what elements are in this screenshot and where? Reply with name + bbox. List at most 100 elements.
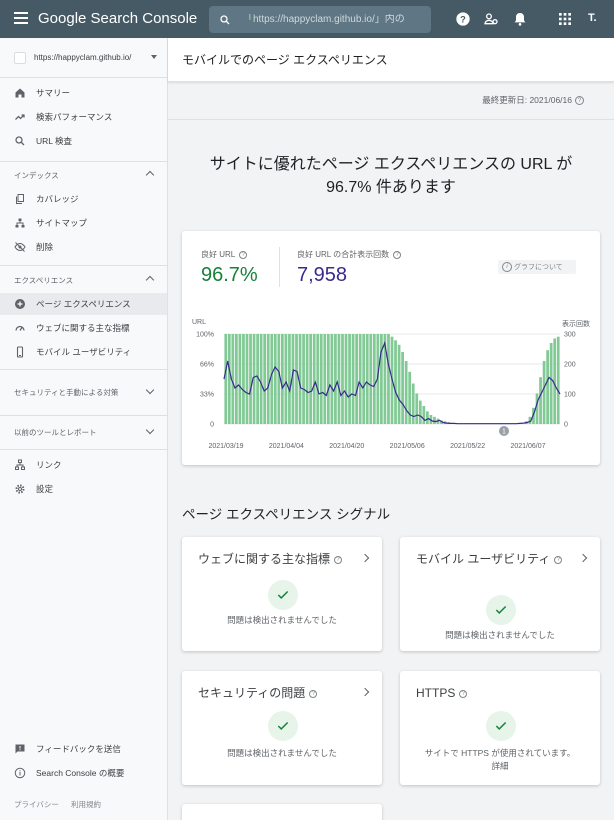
- bar: [433, 416, 436, 424]
- search-input[interactable]: [243, 14, 423, 25]
- y-tick-label: 33%: [200, 392, 214, 399]
- signal-card-security[interactable]: セキュリティの問題? 問題は検出されませんでした: [182, 671, 382, 785]
- sidebar-item-label: フィードバックを送信: [36, 744, 121, 754]
- section-index-header[interactable]: インデックス: [0, 164, 167, 186]
- user-avatar[interactable]: T.: [588, 12, 597, 24]
- apps-grid-icon[interactable]: [557, 11, 573, 27]
- bar: [348, 334, 351, 424]
- last-updated-text: 最終更新日: 2021/06/16: [482, 95, 572, 105]
- last-updated: 最終更新日: 2021/06/16?: [168, 94, 600, 106]
- signal-title-text: ウェブに関する主な指標: [198, 552, 331, 566]
- footer-links: プライバシー 利用規約: [14, 799, 111, 810]
- sidebar-item-sitemaps[interactable]: サイトマップ: [0, 212, 167, 234]
- search-icon: [220, 14, 230, 24]
- plus-circle-icon: [15, 299, 25, 309]
- x-tick-label: 2021/05/06: [390, 443, 425, 450]
- bar: [302, 334, 305, 424]
- search-box[interactable]: [209, 6, 431, 33]
- bar: [224, 334, 228, 424]
- bar: [401, 352, 404, 424]
- sidebar-item-settings[interactable]: 設定: [0, 478, 167, 500]
- sidebar-item-label: URL 検査: [36, 136, 73, 146]
- section-label: セキュリティと手動による対策: [14, 387, 119, 397]
- bar: [280, 334, 284, 424]
- x-tick-label: 2021/05/22: [450, 443, 485, 450]
- sidebar-item-mobile-usability[interactable]: モバイル ユーザビリティ: [0, 341, 167, 363]
- details-link[interactable]: 詳細: [400, 760, 600, 773]
- bar: [408, 371, 412, 424]
- sidebar-item-about[interactable]: Search Console の概要: [0, 762, 167, 784]
- y-tick-label: 0: [210, 422, 214, 429]
- svg-text:?: ?: [460, 14, 466, 24]
- y2-tick-label: 200: [564, 362, 576, 369]
- home-icon: [15, 88, 25, 98]
- top-app-bar: Google Search Console ? T.: [0, 0, 614, 38]
- sidebar-item-label: 設定: [36, 484, 54, 494]
- section-experience-header[interactable]: エクスペリエンス: [0, 269, 167, 291]
- sidebar-item-label: サマリー: [36, 88, 71, 98]
- manage-accounts-icon[interactable]: [483, 11, 499, 27]
- chevron-up-icon: [145, 275, 155, 285]
- property-selector[interactable]: https://happyclam.github.io/: [0, 38, 167, 78]
- section-legacy-header[interactable]: 以前のツールとレポート: [0, 421, 167, 443]
- sidebar-item-feedback[interactable]: フィードバックを送信: [0, 738, 167, 760]
- chevron-up-icon: [145, 170, 155, 180]
- x-tick-label: 2021/04/20: [329, 443, 364, 450]
- bar: [235, 334, 238, 424]
- sidebar-item-page-experience[interactable]: ページ エクスペリエンス: [0, 293, 167, 315]
- help-icon[interactable]: ?: [554, 555, 563, 564]
- y-axis-label: URL: [192, 319, 206, 326]
- bar: [358, 334, 362, 424]
- help-icon[interactable]: ?: [334, 555, 343, 564]
- bar: [387, 334, 390, 424]
- bar: [426, 411, 429, 424]
- sidebar-item-coverage[interactable]: カバレッジ: [0, 188, 167, 210]
- bar: [539, 377, 542, 424]
- app-title[interactable]: Google Search Console: [38, 10, 197, 27]
- bar: [418, 400, 422, 424]
- bar: [238, 334, 242, 424]
- help-icon[interactable]: ?: [455, 11, 471, 27]
- notifications-icon[interactable]: [512, 11, 528, 27]
- sidebar-item-summary[interactable]: サマリー: [0, 82, 167, 104]
- sidebar-item-links[interactable]: リンク: [0, 454, 167, 476]
- signal-card-mobile-usability[interactable]: モバイル ユーザビリティ? 問題は検出されませんでした: [400, 537, 600, 651]
- signal-status: 問題は検出されませんでした: [227, 615, 337, 625]
- menu-icon[interactable]: [14, 12, 28, 24]
- sidebar-item-core-web-vitals[interactable]: ウェブに関する主な指標: [0, 317, 167, 339]
- bar: [556, 336, 560, 424]
- sidebar-item-performance[interactable]: 検索パフォーマンス: [0, 106, 167, 128]
- bar: [259, 334, 263, 424]
- bar: [542, 361, 546, 424]
- bar: [546, 350, 549, 424]
- x-tick-label: 2021/06/07: [510, 443, 545, 450]
- section-security-header[interactable]: セキュリティと手動による対策: [0, 374, 167, 410]
- feedback-icon: [15, 744, 25, 754]
- signal-status: 問題は検出されませんでした: [227, 748, 337, 758]
- phone-icon: [16, 346, 24, 358]
- links-icon: [15, 459, 25, 470]
- signal-title: モバイル ユーザビリティ?: [416, 551, 574, 567]
- headline: サイトに優れたページ エクスペリエンスの URL が 96.7% 件あります: [168, 153, 614, 199]
- help-icon[interactable]: ?: [575, 96, 584, 106]
- bar: [312, 334, 316, 424]
- bar: [415, 393, 419, 424]
- sidebar-item-url-inspection[interactable]: URL 検査: [0, 130, 167, 152]
- site-favicon-icon: [14, 51, 26, 64]
- chevron-down-icon: [151, 55, 157, 59]
- help-icon[interactable]: ?: [459, 689, 468, 698]
- chevron-right-icon: [360, 687, 370, 697]
- privacy-link[interactable]: プライバシー: [14, 800, 59, 809]
- terms-link[interactable]: 利用規約: [71, 800, 101, 809]
- help-icon[interactable]: ?: [309, 689, 318, 698]
- chart-card: 良好 URL? 96.7% 良好 URL の合計表示回数? 7,958 グラフに…: [182, 231, 600, 465]
- bar: [351, 334, 355, 424]
- section-label: インデックス: [14, 170, 59, 180]
- check-icon: [268, 711, 298, 741]
- signal-title-text: HTTPS: [416, 686, 456, 700]
- sidebar-item-label: リンク: [36, 460, 62, 470]
- signal-card-core-web-vitals[interactable]: ウェブに関する主な指標? 問題は検出されませんでした: [182, 537, 382, 651]
- bar: [341, 334, 344, 424]
- bar: [288, 334, 291, 424]
- sidebar-item-removals[interactable]: 削除: [0, 236, 167, 258]
